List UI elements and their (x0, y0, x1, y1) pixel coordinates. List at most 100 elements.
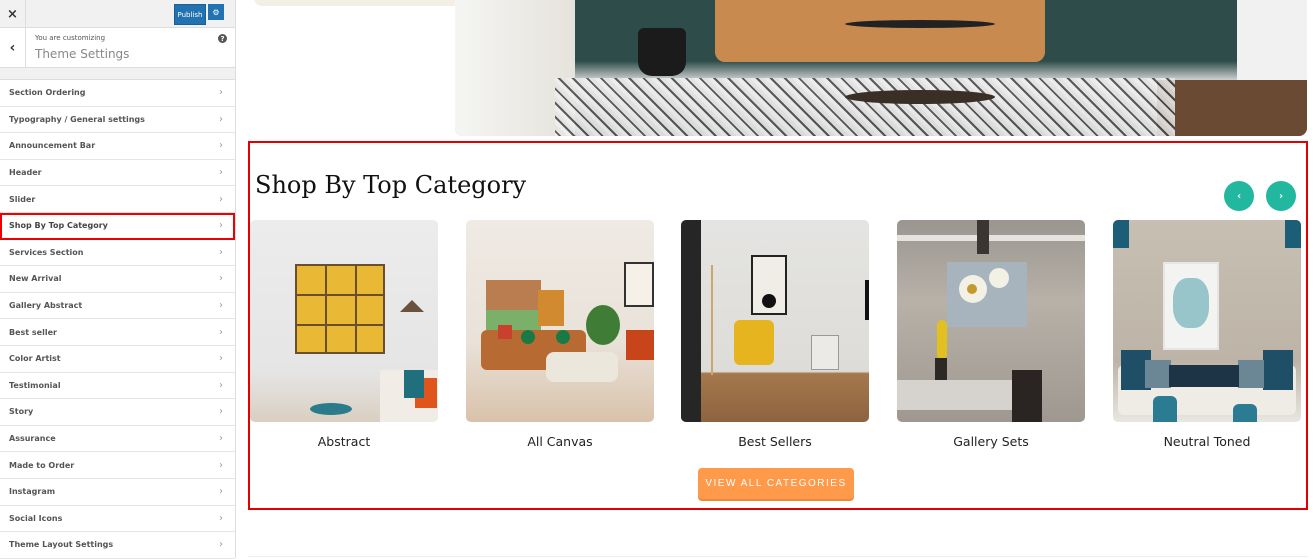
sidebar-item-social-icons[interactable]: Social Icons › (0, 505, 235, 533)
chevron-right-icon: › (219, 220, 223, 232)
hero-coffee-table (845, 20, 995, 28)
back-button[interactable]: ‹ (0, 28, 26, 68)
customizer-topbar: × Publish ⚙ (0, 0, 235, 28)
category-label[interactable]: Gallery Sets (897, 434, 1085, 449)
chevron-right-icon: › (219, 87, 223, 99)
chevron-right-icon: › (219, 326, 223, 338)
sidebar-item-label: Assurance (9, 434, 56, 444)
category-card[interactable]: Best Sellers (681, 220, 869, 449)
section-menu: Section Ordering › Typography / General se… (0, 80, 235, 559)
chevron-right-icon: › (219, 113, 223, 125)
category-card[interactable]: Abstract (250, 220, 438, 449)
sidebar-item-announcement-bar[interactable]: Announcement Bar › (0, 133, 235, 160)
sidebar-item-label: New Arrival (9, 274, 62, 284)
chevron-right-icon: › (219, 433, 223, 445)
sidebar-item-slider[interactable]: Slider › (0, 186, 235, 213)
site-preview: Shop By Top Category ‹ › Abstract All Ca… (237, 0, 1313, 558)
publish-settings-button[interactable]: ⚙ (208, 4, 224, 20)
sidebar-item-services-section[interactable]: Services Section › (0, 239, 235, 267)
chevron-left-icon: ‹ (1236, 190, 1242, 202)
sidebar-item-label: Instagram (9, 487, 56, 497)
sidebar-item-theme-layout-settings[interactable]: Theme Layout Settings › (0, 532, 235, 559)
sidebar-item-shop-by-top-category[interactable]: Shop By Top Category › (0, 212, 235, 240)
section-title: Shop By Top Category (255, 171, 527, 199)
sidebar-item-label: Social Icons (9, 513, 63, 523)
sidebar-item-color-artist[interactable]: Color Artist › (0, 345, 235, 373)
carousel-next-button[interactable]: › (1266, 181, 1296, 211)
help-icon[interactable]: ? (218, 34, 227, 43)
customizer-sidebar: × Publish ⚙ ‹ You are customizing Theme … (0, 0, 236, 559)
sidebar-item-label: Story (9, 407, 34, 417)
sidebar-item-label: Services Section (9, 247, 84, 257)
sidebar-item-label: Section Ordering (9, 88, 86, 98)
sidebar-item-best-seller[interactable]: Best seller › (0, 319, 235, 346)
chevron-right-icon: › (219, 353, 223, 365)
sidebar-item-header[interactable]: Header › (0, 159, 235, 187)
sidebar-item-label: Header (9, 168, 42, 178)
chevron-right-icon: › (219, 406, 223, 418)
hero-plant-pot (638, 28, 686, 76)
category-label[interactable]: Best Sellers (681, 434, 869, 449)
chevron-left-icon: ‹ (9, 40, 16, 56)
chevron-right-icon: › (1278, 190, 1284, 202)
divider (0, 68, 235, 80)
sidebar-item-label: Announcement Bar (9, 141, 96, 151)
hero-sofa (715, 0, 1045, 62)
sidebar-item-gallery-abstract[interactable]: Gallery Abstract › (0, 292, 235, 320)
chevron-right-icon: › (219, 459, 223, 471)
category-label[interactable]: Abstract (250, 434, 438, 449)
chevron-right-icon: › (219, 300, 223, 312)
hero-floor (1157, 80, 1307, 136)
sidebar-item-assurance[interactable]: Assurance › (0, 425, 235, 453)
gear-icon: ⚙ (212, 7, 220, 17)
chevron-right-icon: › (219, 486, 223, 498)
category-image[interactable] (681, 220, 869, 422)
sidebar-item-label: Theme Layout Settings (9, 540, 114, 550)
category-label[interactable]: All Canvas (466, 434, 654, 449)
sidebar-item-section-ordering[interactable]: Section Ordering › (0, 80, 235, 107)
category-card[interactable]: Neutral Toned (1113, 220, 1301, 449)
view-all-categories-button[interactable]: VIEW ALL CATEGORIES (698, 468, 854, 499)
sidebar-item-label: Made to Order (9, 460, 75, 470)
close-customizer-button[interactable]: × (0, 0, 26, 28)
sidebar-item-label: Color Artist (9, 354, 61, 364)
sidebar-item-new-arrival[interactable]: New Arrival › (0, 266, 235, 293)
chevron-right-icon: › (219, 539, 223, 551)
sidebar-item-label: Gallery Abstract (9, 301, 83, 311)
hero-rug (555, 78, 1175, 136)
sidebar-item-made-to-order[interactable]: Made to Order › (0, 452, 235, 479)
sidebar-item-label: Best seller (9, 327, 57, 337)
sidebar-item-label: Typography / General settings (9, 114, 145, 124)
category-image[interactable] (897, 220, 1085, 422)
chevron-right-icon: › (219, 193, 223, 205)
carousel-prev-button[interactable]: ‹ (1224, 181, 1254, 211)
chevron-right-icon: › (219, 273, 223, 285)
sidebar-item-testimonial[interactable]: Testimonial › (0, 372, 235, 400)
category-card[interactable]: Gallery Sets (897, 220, 1085, 449)
customizing-label: You are customizing (35, 34, 106, 42)
sidebar-item-story[interactable]: Story › (0, 399, 235, 426)
hero-slider-image (455, 0, 1307, 136)
publish-button[interactable]: Publish (174, 4, 206, 25)
chevron-right-icon: › (219, 379, 223, 391)
close-icon: × (7, 6, 18, 22)
sidebar-item-instagram[interactable]: Instagram › (0, 478, 235, 506)
sidebar-item-label: Testimonial (9, 380, 61, 390)
category-image[interactable] (250, 220, 438, 422)
sidebar-item-label: Slider (9, 194, 36, 204)
shop-by-top-category-section[interactable]: Shop By Top Category ‹ › Abstract All Ca… (248, 141, 1308, 510)
sidebar-item-label: Shop By Top Category (9, 221, 108, 231)
panel-title: Theme Settings (35, 47, 130, 61)
chevron-right-icon: › (219, 140, 223, 152)
category-image[interactable] (1113, 220, 1301, 422)
chevron-right-icon: › (219, 246, 223, 258)
sidebar-item-typography-general-settings[interactable]: Typography / General settings › (0, 106, 235, 134)
section-divider (248, 556, 1308, 557)
chevron-right-icon: › (219, 167, 223, 179)
category-label[interactable]: Neutral Toned (1113, 434, 1301, 449)
category-card[interactable]: All Canvas (466, 220, 654, 449)
customizer-header: ‹ You are customizing Theme Settings ? (0, 28, 235, 68)
chevron-right-icon: › (219, 512, 223, 524)
category-image[interactable] (466, 220, 654, 422)
hero-coffee-table-shelf (845, 90, 995, 104)
